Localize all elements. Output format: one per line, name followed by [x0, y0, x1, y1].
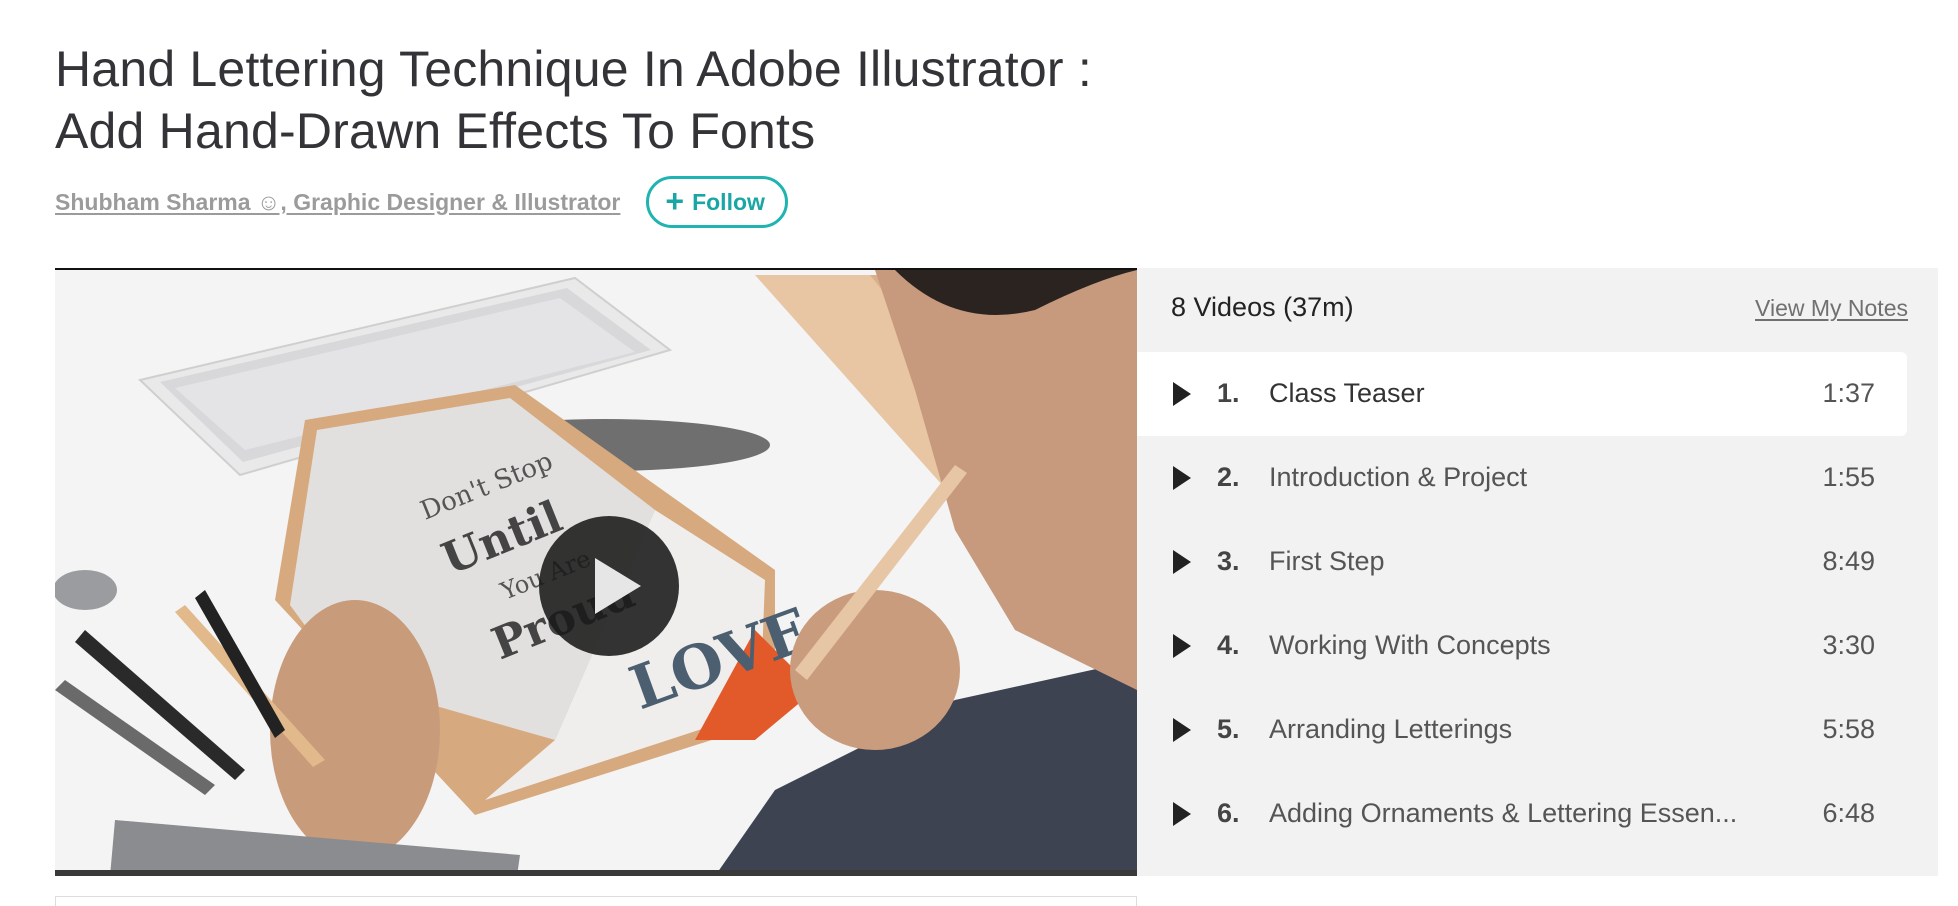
- follow-label: Follow: [692, 188, 765, 215]
- course-page: Hand Lettering Technique In Adobe Illust…: [0, 0, 1958, 906]
- item-duration: 8:49: [1822, 546, 1875, 576]
- course-title: Hand Lettering Technique In Adobe Illust…: [55, 38, 1155, 162]
- item-number: 6.: [1217, 798, 1240, 828]
- course-title-line1: Hand Lettering Technique In Adobe Illust…: [55, 41, 1092, 97]
- view-notes-link[interactable]: View My Notes: [1755, 295, 1908, 322]
- item-title: Arranding Letterings: [1269, 714, 1513, 744]
- course-title-line2: Add Hand-Drawn Effects To Fonts: [55, 103, 816, 159]
- item-number: 1.: [1217, 378, 1240, 408]
- playlist-panel: 8 Videos (37m) View My Notes 1. Class Te…: [1137, 268, 1938, 876]
- item-duration: 3:30: [1822, 630, 1875, 660]
- plus-icon: +: [665, 182, 685, 219]
- playlist-item[interactable]: 5. Arranding Letterings 5:58: [1137, 688, 1907, 772]
- item-number: 3.: [1217, 546, 1240, 576]
- item-title: Working With Concepts: [1269, 630, 1551, 660]
- item-number: 4.: [1217, 630, 1240, 660]
- item-title: Class Teaser: [1269, 378, 1425, 408]
- below-video-panel: [55, 896, 1137, 906]
- video-player[interactable]: Don't Stop Until You Are Proud LOVE: [55, 268, 1137, 876]
- item-duration: 5:58: [1822, 714, 1875, 744]
- author-row: Shubham Sharma ☺, Graphic Designer & Ill…: [55, 176, 788, 228]
- video-count: 8 Videos (37m): [1171, 292, 1354, 322]
- play-icon: [1173, 382, 1191, 406]
- playlist-item[interactable]: 1. Class Teaser 1:37: [1137, 352, 1907, 436]
- playlist-item[interactable]: 6. Adding Ornaments & Lettering Essen...…: [1137, 772, 1907, 856]
- item-number: 2.: [1217, 462, 1240, 492]
- playlist-item[interactable]: 2. Introduction & Project 1:55: [1137, 436, 1907, 520]
- item-title: First Step: [1269, 546, 1385, 576]
- video-progress-bar[interactable]: [55, 870, 1137, 876]
- playlist-item[interactable]: 4. Working With Concepts 3:30: [1137, 604, 1907, 688]
- item-number: 5.: [1217, 714, 1240, 744]
- play-icon: [1173, 550, 1191, 574]
- playlist-item[interactable]: 3. First Step 8:49: [1137, 520, 1907, 604]
- play-icon: [1173, 802, 1191, 826]
- item-duration: 1:55: [1822, 462, 1875, 492]
- item-title: Adding Ornaments & Lettering Essen...: [1269, 798, 1738, 828]
- follow-button[interactable]: + Follow: [646, 176, 788, 228]
- playlist-header: 8 Videos (37m) View My Notes: [1137, 268, 1938, 352]
- item-duration: 6:48: [1822, 798, 1875, 828]
- item-duration: 1:37: [1822, 378, 1875, 408]
- playlist-list: 1. Class Teaser 1:37 2. Introduction & P…: [1137, 352, 1907, 856]
- author-link[interactable]: Shubham Sharma ☺, Graphic Designer & Ill…: [55, 189, 620, 216]
- item-title: Introduction & Project: [1269, 462, 1528, 492]
- play-icon: [1173, 466, 1191, 490]
- play-button[interactable]: [539, 516, 679, 656]
- play-icon: [1173, 718, 1191, 742]
- play-icon: [1173, 634, 1191, 658]
